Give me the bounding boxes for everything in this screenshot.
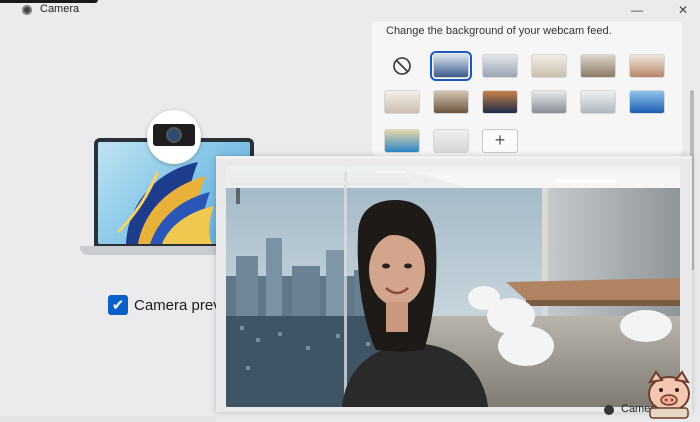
title-bar: Camera — ✕ xyxy=(0,0,700,22)
mascot-watermark-icon xyxy=(640,364,698,420)
camera-preview-checkbox[interactable]: ✔ xyxy=(108,295,128,315)
webcam-bubble xyxy=(147,110,201,164)
camera-app-icon-footer xyxy=(604,405,614,415)
window-bottom-edge xyxy=(0,416,216,422)
camera-window xyxy=(216,156,692,412)
background-picker-panel: Change the background of your webcam fee… xyxy=(372,22,682,156)
background-thumb-night-city[interactable] xyxy=(482,90,518,114)
minimize-button[interactable]: — xyxy=(622,0,652,22)
close-button[interactable]: ✕ xyxy=(668,0,698,22)
background-thumb-mountain-ink[interactable] xyxy=(580,90,616,114)
background-thumb-blue-wave[interactable] xyxy=(629,90,665,114)
background-thumb-living-room[interactable] xyxy=(531,54,567,78)
add-background-button[interactable]: + xyxy=(482,129,518,153)
background-thumb-library[interactable] xyxy=(433,90,469,114)
window-title: Camera xyxy=(40,3,80,15)
background-thumb-blur[interactable] xyxy=(433,129,469,153)
camera-app-icon xyxy=(22,5,32,15)
background-thumb-office-blue[interactable] xyxy=(430,51,472,81)
no-background-icon[interactable] xyxy=(384,54,420,78)
background-thumb-abstract-silver[interactable] xyxy=(531,90,567,114)
camera-preview-label: Camera prev xyxy=(134,296,221,314)
webcam-feed xyxy=(226,166,680,407)
background-thumb-room-bright[interactable] xyxy=(384,90,420,114)
background-thumb-room-warm[interactable] xyxy=(629,54,665,78)
background-thumb-city-window[interactable] xyxy=(482,54,518,78)
webcam-icon xyxy=(153,124,195,146)
camera-preview-option[interactable]: ✔ Camera prev xyxy=(108,294,221,316)
webcam-lens xyxy=(168,129,180,141)
background-thumb-beach[interactable] xyxy=(384,129,420,153)
background-thumb-office-wood[interactable] xyxy=(580,54,616,78)
background-caption: Change the background of your webcam fee… xyxy=(386,25,612,37)
